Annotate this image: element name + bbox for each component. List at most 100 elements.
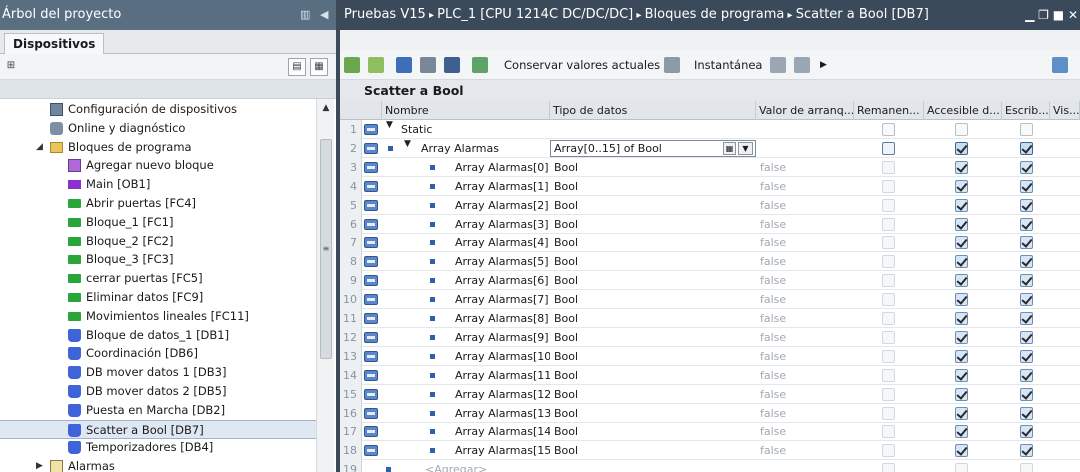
tree-node[interactable]: Bloque_3 [FC3] xyxy=(0,250,316,269)
start-value-cell[interactable]: false xyxy=(757,441,854,460)
start-value-cell[interactable] xyxy=(757,139,854,158)
name-cell[interactable]: Array Alarmas[2] xyxy=(452,196,550,215)
type-picker-icon[interactable]: ▦ xyxy=(723,141,736,155)
start-value-cell[interactable]: false xyxy=(757,233,854,252)
table-row[interactable]: 17 Array Alarmas[14] Bool false xyxy=(340,422,1080,442)
breadcrumb-item[interactable]: Bloques de programa xyxy=(645,7,785,22)
accessible-checkbox[interactable] xyxy=(955,123,968,136)
writable-checkbox[interactable] xyxy=(1020,123,1033,136)
table-row[interactable]: 16 Array Alarmas[13] Bool false xyxy=(340,403,1080,423)
data-type-cell[interactable]: Bool xyxy=(551,196,756,215)
monitor-icon[interactable] xyxy=(472,57,488,73)
name-cell[interactable]: Array Alarmas[15] xyxy=(452,441,550,460)
data-type-cell[interactable]: Bool xyxy=(551,441,756,460)
data-type-cell[interactable] xyxy=(551,460,756,472)
tree-node[interactable]: Temporizadores [DB4] xyxy=(0,438,316,457)
table-row[interactable]: 11 Array Alarmas[8] Bool false xyxy=(340,309,1080,328)
snapshot-save-icon[interactable] xyxy=(794,57,810,73)
tab-dispositivos[interactable]: Dispositivos xyxy=(4,33,105,55)
name-cell[interactable]: Array Alarmas[4] xyxy=(452,233,550,252)
tree-node[interactable]: DB mover datos 1 [DB3] xyxy=(0,363,316,382)
data-type-cell[interactable]: Bool xyxy=(551,233,756,252)
name-cell[interactable]: Array Alarmas[13] xyxy=(452,404,550,423)
more-tools-icon[interactable]: ▶ xyxy=(820,50,827,80)
name-cell[interactable]: <Agregar> xyxy=(422,460,550,472)
start-value-cell[interactable] xyxy=(757,120,854,139)
expand-arrow-icon[interactable]: ▼ xyxy=(386,120,393,130)
table-row[interactable]: 7 Array Alarmas[4] Bool false xyxy=(340,233,1080,253)
name-cell[interactable]: Array Alarmas[8] xyxy=(452,309,550,328)
table-row[interactable]: 9 Array Alarmas[6] Bool false xyxy=(340,271,1080,291)
data-type-cell[interactable]: Bool xyxy=(551,404,756,423)
column-header[interactable]: Accesible d... xyxy=(924,101,1002,120)
column-header[interactable]: Escrib... xyxy=(1002,101,1050,120)
table-row[interactable]: 13 Array Alarmas[10] Bool false xyxy=(340,346,1080,366)
start-value-cell[interactable]: false xyxy=(757,252,854,271)
data-type-cell[interactable]: Bool xyxy=(551,215,756,234)
collapse-panel-icon[interactable]: ◀ xyxy=(320,0,328,30)
writable-checkbox[interactable] xyxy=(1020,463,1033,472)
name-cell[interactable]: Array Alarmas[14] xyxy=(452,422,550,441)
data-type-cell[interactable]: Bool xyxy=(551,177,756,196)
tree-node[interactable]: Coordinación [DB6] xyxy=(0,344,316,363)
table-row[interactable]: 15 Array Alarmas[12] Bool false xyxy=(340,384,1080,404)
data-type-cell[interactable]: Bool xyxy=(551,385,756,404)
name-cell[interactable]: Array Alarmas[7] xyxy=(452,290,550,309)
tree-node[interactable]: DB mover datos 2 [DB5] xyxy=(0,382,316,401)
start-value-cell[interactable]: false xyxy=(757,271,854,290)
name-cell[interactable]: Array Alarmas[9] xyxy=(452,328,550,347)
start-value-cell[interactable]: false xyxy=(757,404,854,423)
tree-node[interactable]: Abrir puertas [FC4] xyxy=(0,194,316,213)
table-row[interactable]: 2 ▼ Array Alarmas Array[0..15] of Bool ▦ ▼ xyxy=(340,138,1080,158)
split-editor-icon[interactable] xyxy=(1052,57,1068,73)
tree-node[interactable]: Eliminar datos [FC9] xyxy=(0,288,316,307)
tree-settings-icon[interactable]: ⊞ xyxy=(2,58,20,76)
tree-node[interactable]: Puesta en Marcha [DB2] xyxy=(0,401,316,420)
start-value-cell[interactable]: false xyxy=(757,385,854,404)
table-row[interactable]: 5 Array Alarmas[2] Bool false xyxy=(340,195,1080,215)
writable-checkbox[interactable] xyxy=(1020,141,1033,155)
name-cell[interactable]: Array Alarmas[5] xyxy=(452,252,550,271)
add-row-icon[interactable] xyxy=(368,57,384,73)
data-type-cell[interactable] xyxy=(551,120,756,139)
start-value-cell[interactable]: false xyxy=(757,196,854,215)
table-row[interactable]: 6 Array Alarmas[3] Bool false xyxy=(340,214,1080,234)
column-header[interactable]: Nombre xyxy=(382,101,550,120)
data-type-cell[interactable]: Bool xyxy=(551,158,756,177)
tree-node[interactable]: Online y diagnóstico xyxy=(0,119,316,138)
start-value-cell[interactable]: false xyxy=(757,366,854,385)
tree-node[interactable]: Bloque de datos_1 [DB1] xyxy=(0,326,316,345)
tree-node[interactable]: Main [OB1] xyxy=(0,175,316,194)
accessible-checkbox[interactable] xyxy=(955,141,968,155)
start-value-cell[interactable]: false xyxy=(757,177,854,196)
data-type-cell[interactable]: Bool xyxy=(551,290,756,309)
dropdown-arrow-icon[interactable]: ▼ xyxy=(738,141,753,155)
collapse-arrow-icon[interactable]: ▶ xyxy=(36,457,43,472)
tree-node[interactable]: Movimientos lineales [FC11] xyxy=(0,307,316,326)
panel-layout-icon[interactable]: ▥ xyxy=(300,0,310,30)
table-row[interactable]: 19 <Agregar> xyxy=(340,460,1080,472)
tree-node[interactable]: Scatter a Bool [DB7] xyxy=(0,419,316,439)
tree-scrollbar[interactable]: ▲ ≡ xyxy=(316,99,334,472)
expand-all-icon[interactable] xyxy=(396,57,412,73)
close-icon[interactable]: ✕ xyxy=(1068,8,1078,22)
tree-node[interactable]: Configuración de dispositivos xyxy=(0,100,316,119)
start-value-cell[interactable]: false xyxy=(757,290,854,309)
tree-node[interactable]: Bloque_1 [FC1] xyxy=(0,213,316,232)
data-type-cell[interactable]: Bool xyxy=(551,271,756,290)
accessible-checkbox[interactable] xyxy=(955,463,968,472)
name-cell[interactable]: Array Alarmas[10] xyxy=(452,347,550,366)
table-row[interactable]: 4 Array Alarmas[1] Bool false xyxy=(340,176,1080,196)
table-row[interactable]: 12 Array Alarmas[9] Bool false xyxy=(340,327,1080,347)
name-cell[interactable]: Static xyxy=(398,120,550,139)
expand-arrow-icon[interactable]: ▼ xyxy=(404,139,411,149)
maximize-icon[interactable]: ■ xyxy=(1053,8,1064,22)
scroll-up-icon[interactable]: ▲ xyxy=(319,101,333,115)
list-view-icon[interactable] xyxy=(444,57,460,73)
table-row[interactable]: 18 Array Alarmas[15] Bool false xyxy=(340,441,1080,461)
name-cell[interactable]: Array Alarmas[0] xyxy=(452,158,550,177)
breadcrumb-item[interactable]: PLC_1 [CPU 1214C DC/DC/DC] xyxy=(437,7,633,22)
start-value-cell[interactable] xyxy=(757,460,854,472)
table-row[interactable]: 8 Array Alarmas[5] Bool false xyxy=(340,252,1080,272)
data-type-cell[interactable]: Bool xyxy=(551,347,756,366)
